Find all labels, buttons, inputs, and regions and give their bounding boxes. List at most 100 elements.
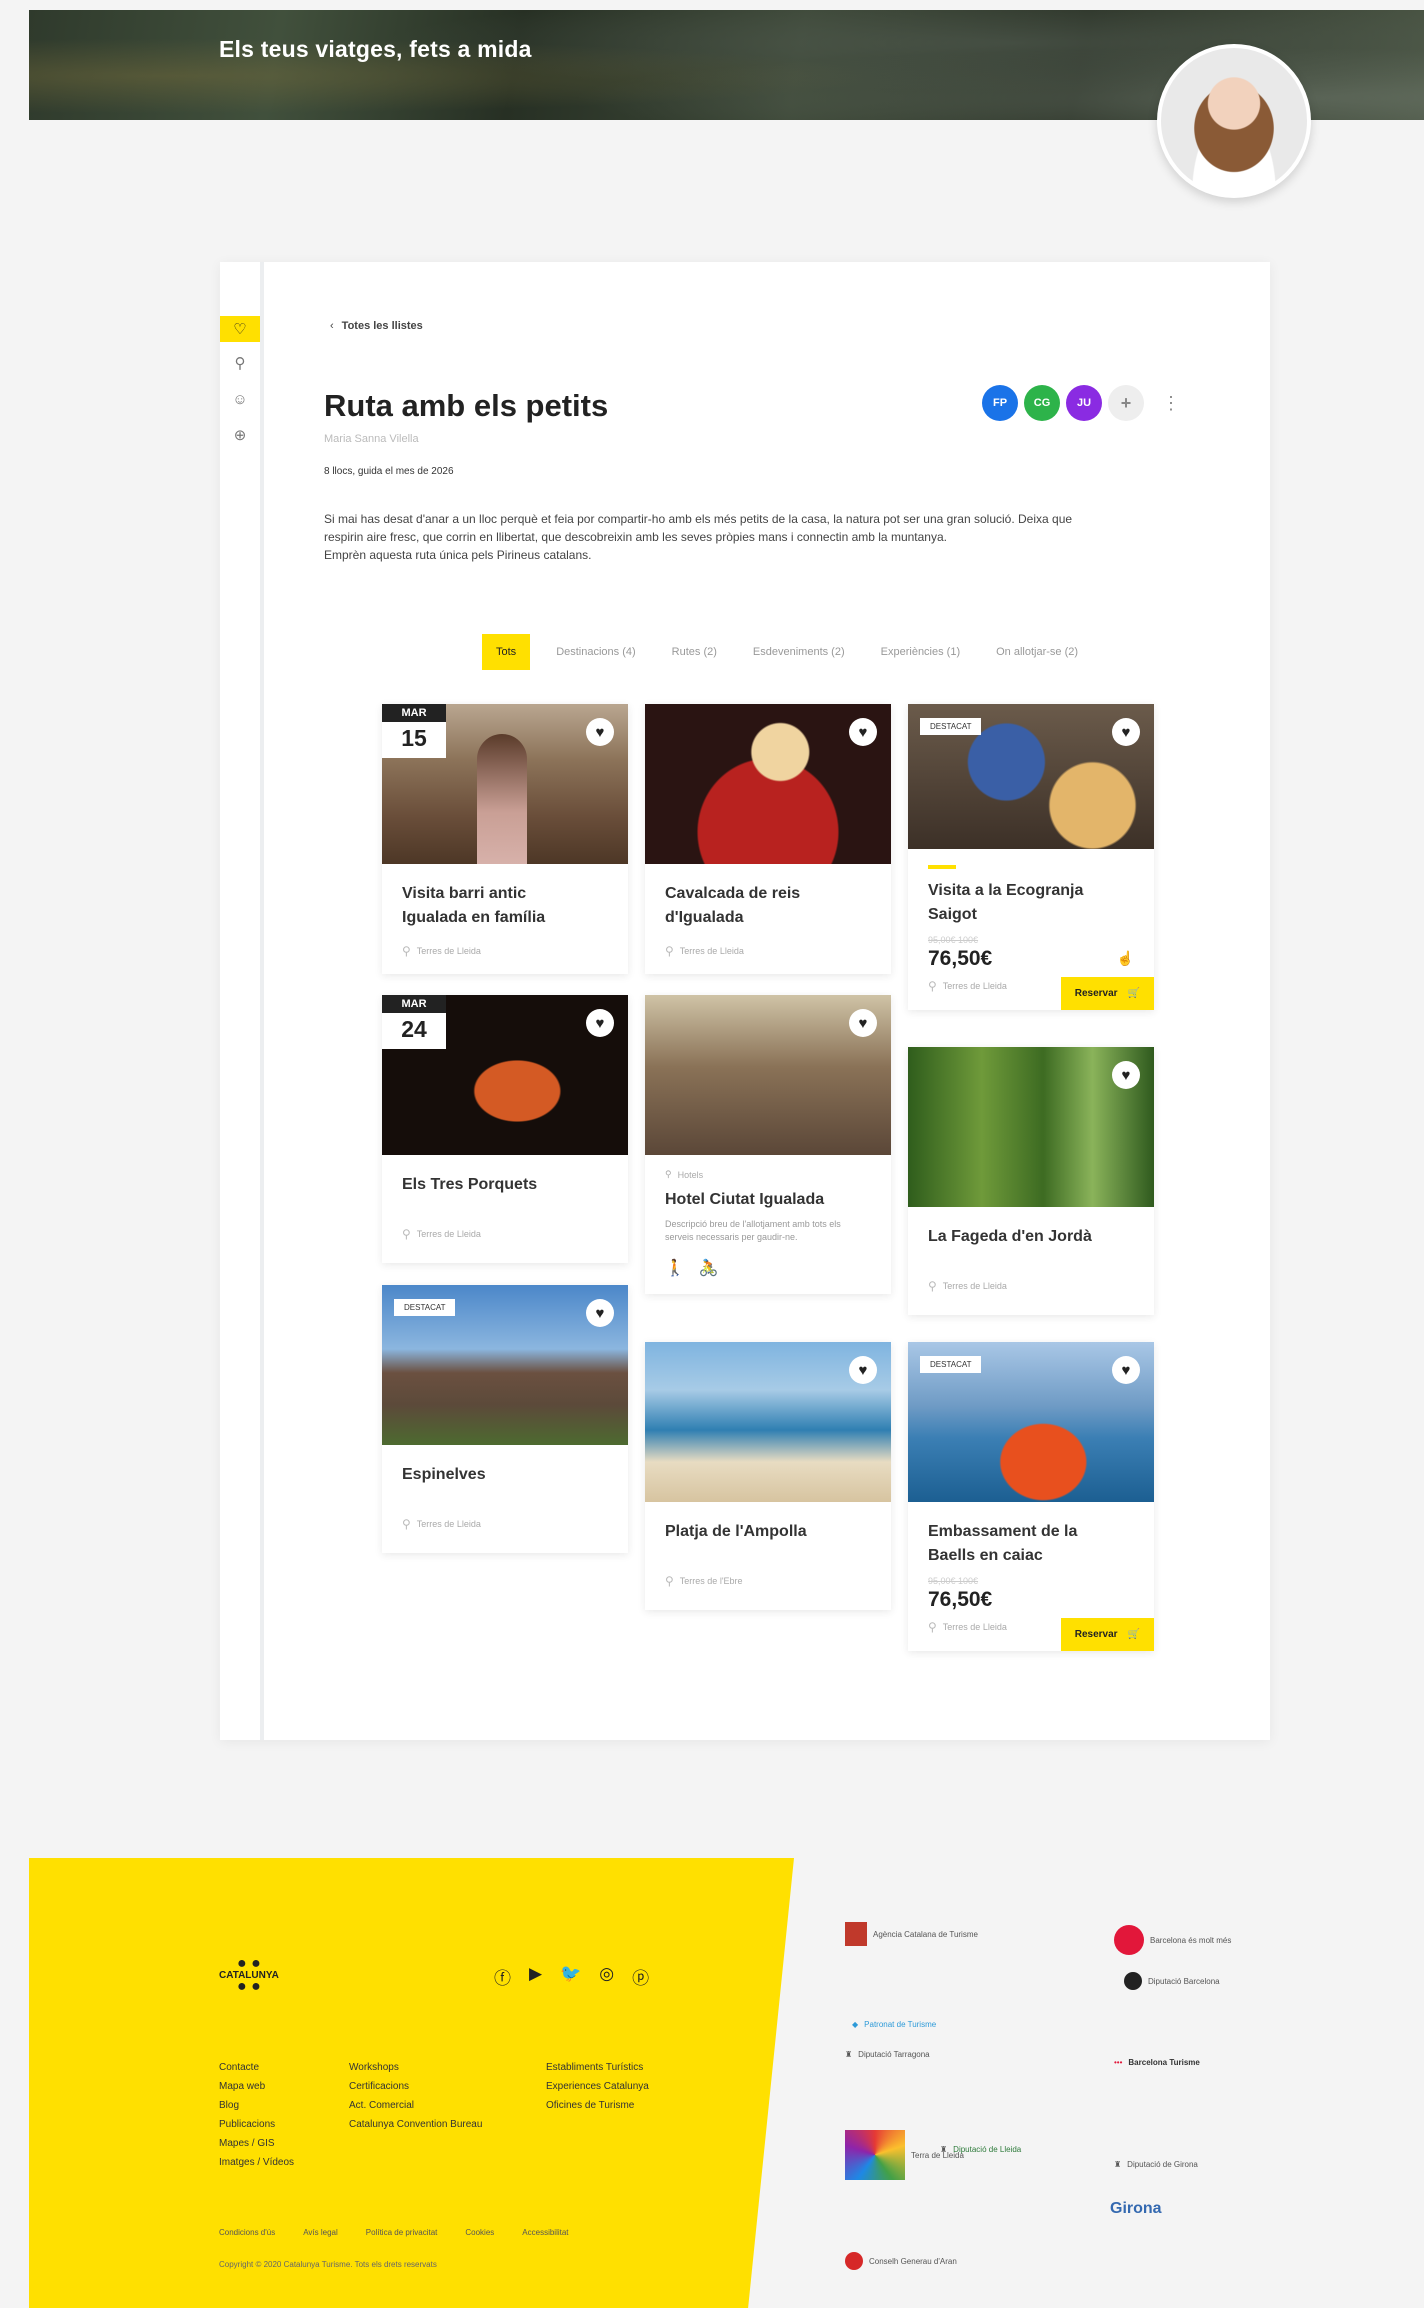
partner-logo[interactable]: Agència Catalana de Turisme	[845, 1922, 978, 1946]
back-link[interactable]: ‹ Totes les llistes	[330, 320, 423, 332]
footer-link[interactable]: Experiences Catalunya	[546, 2077, 649, 2096]
card-image: ♥	[645, 704, 891, 864]
reserve-label: Reservar	[1074, 988, 1118, 999]
social-links: ⓕ ▶ 🐦 ◎ ⓟ	[494, 1964, 649, 1989]
favorite-heart-icon[interactable]: ♥	[849, 1009, 877, 1037]
favorite-heart-icon[interactable]: ♥	[849, 718, 877, 746]
tab-experiences[interactable]: Experiències (1)	[871, 634, 970, 670]
location-pin-icon: ⚲	[928, 978, 937, 993]
footer-link[interactable]: Oficines de Turisme	[546, 2096, 649, 2115]
hand-cursor-icon: ☝	[1116, 949, 1134, 966]
colorful-mark	[845, 2130, 905, 2180]
collaborator-avatar[interactable]: CG	[1024, 385, 1060, 421]
card-title-line: Hotel Ciutat Igualada	[665, 1191, 825, 1208]
add-collaborator-button[interactable]: +	[1108, 385, 1144, 421]
footer-link[interactable]: Establiments Turístics	[546, 2058, 649, 2077]
legal-link[interactable]: Accessibilitat	[522, 2228, 568, 2237]
footer-link[interactable]: Publicacions	[219, 2115, 294, 2134]
favorite-heart-icon[interactable]: ♥	[586, 718, 614, 746]
tab-events[interactable]: Esdeveniments (2)	[743, 634, 855, 670]
favorite-heart-icon[interactable]: ♥	[586, 1299, 614, 1327]
partner-name: Barcelona és molt més	[1150, 1935, 1232, 1945]
location-pin-icon: ⚲	[402, 944, 411, 958]
card-location: ⚲ Terres de l'Ebre	[665, 1574, 871, 1588]
tab-destinations[interactable]: Destinacions (4)	[546, 634, 645, 670]
footer-link[interactable]: Mapes / GIS	[219, 2134, 294, 2153]
location-label: Terres de Lleida	[679, 946, 744, 956]
partner-logo[interactable]: Barcelona és molt més	[1114, 1925, 1231, 1955]
globe-icon[interactable]: ⊕	[220, 422, 260, 448]
partner-logo[interactable]: Diputació Barcelona	[1124, 1972, 1220, 1990]
partner-logo[interactable]: ♜ Diputació Tarragona	[845, 2050, 930, 2059]
instagram-icon[interactable]: ◎	[599, 1964, 614, 1989]
emblem-mark	[1124, 1972, 1142, 1990]
footer-link[interactable]: Workshops	[349, 2058, 482, 2077]
more-options-icon[interactable]: ⋮	[1162, 393, 1180, 414]
footer-column-2: Workshops Certificacions Act. Comercial …	[349, 2058, 482, 2134]
facebook-icon[interactable]: ⓕ	[494, 1964, 511, 1989]
favorite-heart-icon[interactable]: ♥	[586, 1009, 614, 1037]
featured-badge: DESTACAT	[920, 1356, 982, 1373]
partner-logo[interactable]: ◆ Patronat de Turisme	[852, 2020, 936, 2029]
card-location: ⚲ Terres de Lleida	[928, 1620, 1007, 1634]
tab-routes[interactable]: Rutes (2)	[662, 634, 727, 670]
card-els-tres-porquets[interactable]: MAR 24 ♥ Els Tres Porquets ⚲ Terres de Ll…	[382, 995, 628, 1263]
user-icon[interactable]: ☺	[220, 386, 260, 412]
tab-all[interactable]: Tots	[482, 634, 531, 670]
collaborator-avatar[interactable]: JU	[1066, 385, 1102, 421]
card-location: ⚲ Terres de Lleida	[402, 1227, 608, 1241]
card-ecogranja-saigot[interactable]: DESTACAT ♥ Visita a la Ecogranja Saigot …	[908, 704, 1154, 1010]
footer-link[interactable]: Certificacions	[349, 2077, 482, 2096]
card-espinelves[interactable]: DESTACAT ♥ Espinelves ⚲ Terres de Lleida	[382, 1285, 628, 1553]
footer-link[interactable]: Blog	[219, 2096, 294, 2115]
footer-link[interactable]: Contacte	[219, 2058, 294, 2077]
filter-tabs: Tots Destinacions (4) Rutes (2) Esdeveni…	[482, 634, 1088, 670]
legal-link[interactable]: Condicions d'ús	[219, 2228, 275, 2237]
card-cavalcada-de-reis[interactable]: ♥ Cavalcada de reis d'Igualada ⚲ Terres d…	[645, 704, 891, 974]
tab-accommodation[interactable]: On allotjar-se (2)	[986, 634, 1088, 670]
footer-link[interactable]: Imatges / Vídeos	[219, 2153, 294, 2172]
partner-logo[interactable]: ♜ Diputació de Lleida	[940, 2145, 1021, 2154]
card-platja-de-lampolla[interactable]: ♥ Platja de l'Ampolla ⚲ Terres de l'Ebre	[645, 1342, 891, 1610]
pinterest-icon[interactable]: ⓟ	[632, 1964, 649, 1989]
card-image: DESTACAT ♥	[382, 1285, 628, 1445]
avatar[interactable]	[1157, 44, 1311, 198]
favorite-heart-icon[interactable]: ♥	[1112, 718, 1140, 746]
partner-logo[interactable]: ♜ Diputació de Girona	[1114, 2160, 1198, 2169]
description-line: Si mai has desat d'anar a un lloc perquè…	[324, 512, 1073, 526]
walk-icon: 🚶	[665, 1260, 685, 1277]
pin-icon[interactable]: ⚲	[220, 350, 260, 376]
youtube-icon[interactable]: ▶	[529, 1964, 542, 1989]
partner-logo[interactable]: Conselh Generau d'Aran	[845, 2252, 957, 2270]
flag-mark	[845, 1922, 867, 1946]
card-description: Descripció breu de l'allotjament amb tot…	[665, 1219, 841, 1242]
footer-link[interactable]: Act. Comercial	[349, 2096, 482, 2115]
catalunya-logo[interactable]: ● ● CATALUNYA ● ●	[219, 1956, 279, 1995]
partner-logo[interactable]: ••• Barcelona Turisme	[1114, 2058, 1200, 2067]
reserve-button[interactable]: Reservar 🛒	[1060, 1618, 1154, 1651]
legal-link[interactable]: Cookies	[465, 2228, 494, 2237]
collaborator-avatar[interactable]: FP	[982, 385, 1018, 421]
card-la-fageda[interactable]: ♥ La Fageda d'en Jordà ⚲ Terres de Lleida	[908, 1047, 1154, 1315]
card-visita-barri-antic[interactable]: MAR 15 ♥ Visita barri antic Igualada en …	[382, 704, 628, 974]
card-hotel-ciutat-igualada[interactable]: ♥ ⚲ Hotels Hotel Ciutat Igualada Descripc…	[645, 995, 891, 1294]
card-location: ⚲ Terres de Lleida	[928, 979, 1007, 993]
legal-link[interactable]: Avís legal	[303, 2228, 338, 2237]
favorite-heart-icon[interactable]: ♥	[1112, 1061, 1140, 1089]
partner-logo[interactable]: Terra de Lleida	[845, 2130, 964, 2180]
card-location: ⚲ Terres de Lleida	[928, 1279, 1134, 1293]
page-title: Ruta amb els petits	[324, 388, 609, 423]
partner-logo[interactable]: Girona	[1110, 2200, 1162, 2218]
favorite-heart-icon[interactable]: ♥	[849, 1356, 877, 1384]
twitter-icon[interactable]: 🐦	[560, 1964, 581, 1989]
route-author[interactable]: Maria Sanna Vilella	[324, 433, 419, 445]
legal-link[interactable]: Política de privacitat	[366, 2228, 438, 2237]
heart-icon[interactable]: ♡	[220, 316, 260, 342]
footer-link[interactable]: Mapa web	[219, 2077, 294, 2096]
card-embassament-baells[interactable]: DESTACAT ♥ Embassament de la Baells en c…	[908, 1342, 1154, 1651]
reserve-button[interactable]: Reservar 🛒	[1060, 977, 1154, 1010]
card-title-line: La Fageda d'en Jordà	[928, 1228, 1092, 1245]
footer-link[interactable]: Catalunya Convention Bureau	[349, 2115, 482, 2134]
favorite-heart-icon[interactable]: ♥	[1112, 1356, 1140, 1384]
card-title: Platja de l'Ampolla	[665, 1520, 871, 1544]
